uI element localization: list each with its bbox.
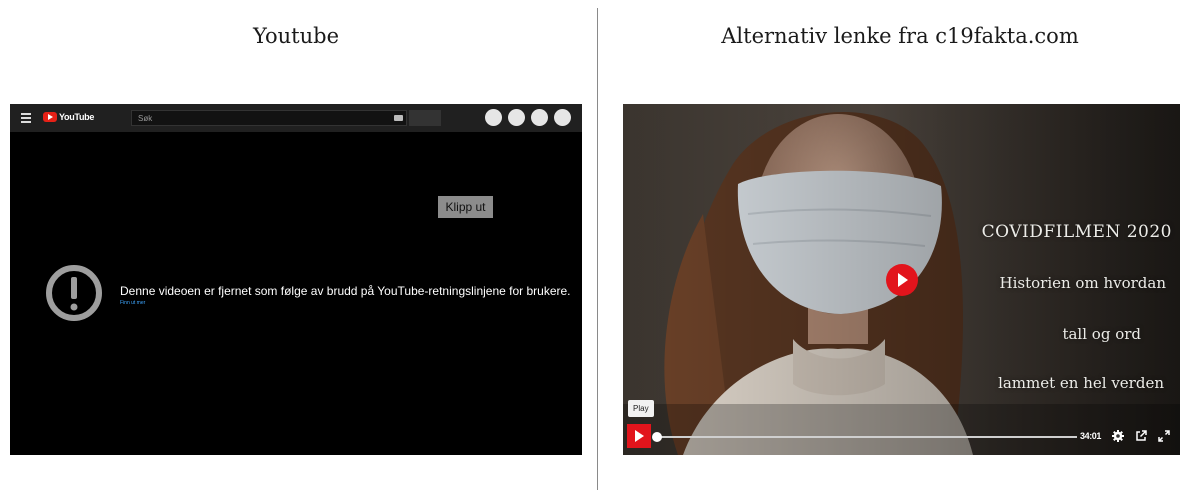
- exclamation-warning-icon: [46, 265, 102, 321]
- youtube-logo-text: YouTube: [59, 112, 95, 122]
- film-title: COVIDFILMEN 2020: [981, 222, 1172, 242]
- progress-bar[interactable]: [657, 436, 1077, 438]
- progress-handle[interactable]: [652, 432, 662, 442]
- youtube-play-logo-icon: [43, 112, 57, 122]
- learn-more-link[interactable]: Finn ut mer: [120, 300, 145, 306]
- youtube-logo[interactable]: YouTube: [43, 112, 94, 122]
- fullscreen-icon[interactable]: [1158, 430, 1170, 442]
- alternative-heading: Alternativ lenke fra c19fakta.com: [721, 24, 1079, 48]
- create-icon[interactable]: [485, 109, 502, 126]
- hamburger-menu-icon[interactable]: [21, 113, 31, 123]
- play-tooltip: Play: [628, 400, 654, 417]
- search-input[interactable]: [131, 110, 407, 126]
- video-removed-message: Denne videoen er fjernet som følge av br…: [120, 284, 571, 298]
- play-icon[interactable]: [627, 424, 651, 448]
- search-button[interactable]: [409, 110, 441, 126]
- settings-icon[interactable]: [1112, 430, 1124, 442]
- film-subtitle-line-1: Historien om hvordan: [999, 274, 1166, 292]
- youtube-heading: Youtube: [252, 24, 340, 48]
- avatar[interactable]: [554, 109, 571, 126]
- apps-icon[interactable]: [508, 109, 525, 126]
- youtube-top-bar: YouTube: [10, 104, 582, 132]
- notifications-icon[interactable]: [531, 109, 548, 126]
- video-duration: 34:01: [1080, 431, 1102, 441]
- keyboard-icon[interactable]: [394, 115, 403, 121]
- panel-divider: [597, 8, 598, 490]
- alternative-video-player[interactable]: COVIDFILMEN 2020 Historien om hvordan ta…: [623, 104, 1180, 455]
- external-link-icon[interactable]: [1135, 430, 1147, 442]
- film-subtitle-line-3: lammet en hel verden: [998, 374, 1164, 392]
- film-subtitle-line-2: tall og ord: [1062, 325, 1141, 343]
- youtube-screenshot: YouTube Klipp ut Denne videoen er fjerne…: [10, 104, 582, 455]
- center-play-button[interactable]: [886, 264, 918, 296]
- clip-button[interactable]: Klipp ut: [438, 196, 493, 218]
